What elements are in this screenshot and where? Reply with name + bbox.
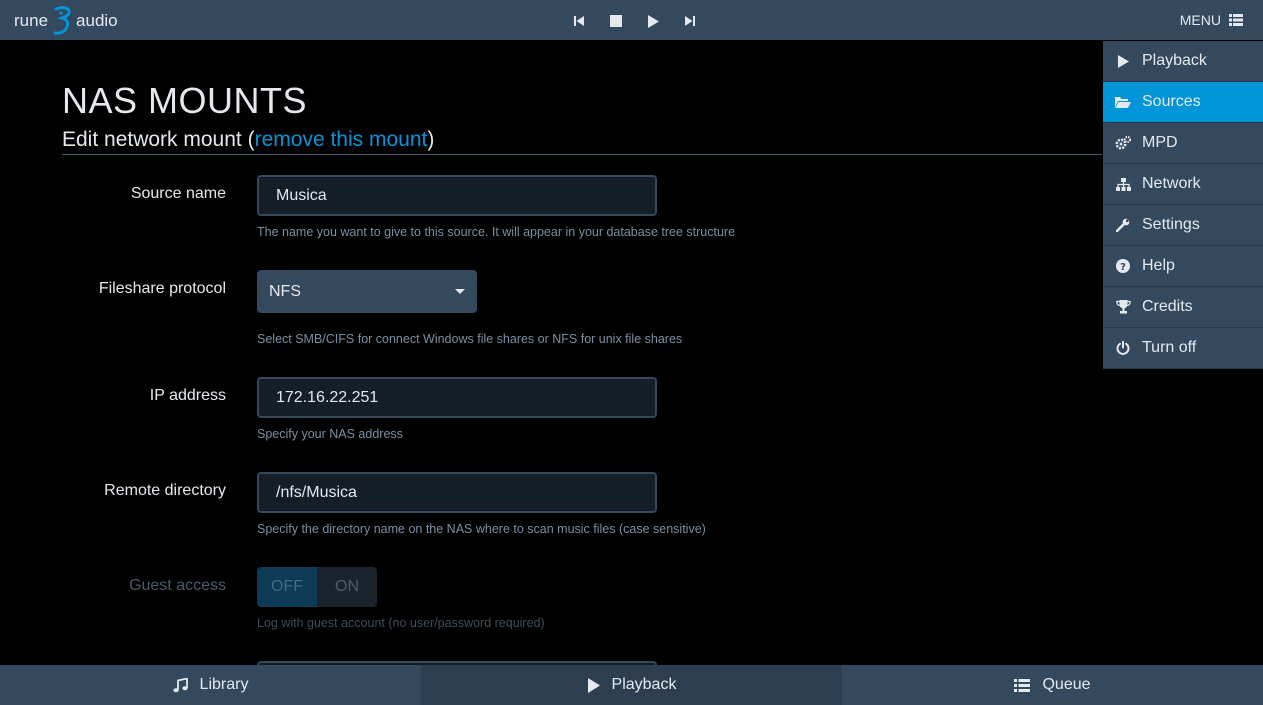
music-icon — [172, 677, 188, 692]
menu-item-sources[interactable]: Sources — [1103, 82, 1263, 123]
menu-item-label: Credits — [1142, 298, 1193, 315]
tab-queue[interactable]: Queue — [842, 665, 1263, 705]
source-name-input[interactable]: Musica — [257, 175, 657, 216]
caret-down-icon — [455, 289, 465, 294]
section-title-prefix: Edit network mount ( — [62, 128, 255, 151]
menu-item-network[interactable]: Network — [1103, 164, 1263, 205]
page-title: NAS MOUNTS — [62, 80, 308, 121]
rune-logo-icon — [53, 6, 71, 35]
protocol-help: Select SMB/CIFS for connect Windows file… — [257, 332, 683, 346]
menu-item-playback[interactable]: Playback — [1103, 41, 1263, 82]
menu-item-label: Network — [1142, 175, 1201, 192]
guest-access-off[interactable]: OFF — [257, 567, 317, 607]
guest-access-help: Log with guest account (no user/password… — [257, 616, 545, 630]
tab-label: Queue — [1042, 676, 1091, 693]
ip-address-help: Specify your NAS address — [257, 427, 403, 441]
question-circle-icon: ? — [1116, 259, 1130, 273]
remove-mount-link[interactable]: remove this mount — [255, 128, 428, 151]
power-icon — [1116, 341, 1130, 355]
previous-icon — [573, 16, 584, 26]
menu-item-settings[interactable]: Settings — [1103, 205, 1263, 246]
guest-access-on[interactable]: ON — [317, 567, 377, 607]
list-icon — [1014, 678, 1031, 692]
menu-item-label: Turn off — [1142, 339, 1197, 356]
transport-controls — [560, 10, 708, 32]
th-list-icon — [1229, 14, 1243, 26]
previous-button[interactable] — [560, 10, 597, 32]
menu-item-turn-off[interactable]: Turn off — [1103, 328, 1263, 369]
cogs-icon — [1115, 136, 1131, 150]
remote-directory-label: Remote directory — [104, 482, 226, 499]
source-name-help: The name you want to give to this source… — [257, 225, 736, 239]
menu-button[interactable]: MENU — [1180, 0, 1243, 40]
play-icon — [587, 677, 600, 693]
protocol-label: Fileshare protocol — [98, 280, 226, 297]
play-icon — [1118, 54, 1129, 68]
svg-text:?: ? — [1120, 262, 1126, 273]
stop-icon — [609, 15, 622, 27]
guest-access-toggle[interactable]: OFF ON — [257, 567, 377, 607]
bottom-bar: Library Playback Queue — [0, 665, 1263, 705]
tab-playback[interactable]: Playback — [421, 665, 842, 705]
top-bar: rune audio MENU — [0, 0, 1263, 40]
section-title: Edit network mount (remove this mount) — [62, 128, 1102, 155]
protocol-select[interactable]: NFS — [257, 270, 477, 313]
play-icon — [647, 14, 659, 28]
play-button[interactable] — [634, 10, 671, 32]
menu-item-help[interactable]: ? Help — [1103, 246, 1263, 287]
next-button[interactable] — [671, 10, 708, 32]
remote-directory-input[interactable]: /nfs/Musica — [257, 472, 657, 513]
menu-item-mpd[interactable]: MPD — [1103, 123, 1263, 164]
menu-item-label: MPD — [1142, 134, 1178, 151]
logo[interactable]: rune audio — [14, 6, 118, 36]
menu-item-label: Sources — [1142, 93, 1201, 110]
logo-text-rune: rune — [14, 11, 49, 30]
menu-item-label: Help — [1142, 257, 1175, 274]
trophy-icon — [1115, 300, 1131, 314]
ip-address-label: IP address — [149, 387, 226, 404]
ip-address-input[interactable]: 172.16.22.251 — [257, 377, 657, 418]
tab-label: Playback — [611, 676, 677, 693]
next-icon — [684, 16, 695, 26]
sitemap-icon — [1115, 177, 1131, 191]
protocol-value: NFS — [269, 283, 301, 300]
section-title-suffix: ) — [427, 128, 435, 151]
tab-library[interactable]: Library — [0, 665, 421, 705]
menu-item-label: Playback — [1142, 52, 1207, 69]
wrench-icon — [1116, 218, 1130, 232]
stop-button[interactable] — [597, 10, 634, 32]
menu-item-credits[interactable]: Credits — [1103, 287, 1263, 328]
folder-open-icon — [1115, 96, 1131, 108]
tab-label: Library — [199, 676, 249, 693]
menu-item-label: Settings — [1142, 216, 1200, 233]
guest-access-label: Guest access — [129, 577, 226, 594]
source-name-label: Source name — [130, 185, 226, 202]
remote-directory-help: Specify the directory name on the NAS wh… — [257, 522, 706, 536]
menu-label: MENU — [1179, 12, 1221, 28]
logo-text-audio: audio — [76, 11, 118, 30]
main-menu-dropdown: Playback Sources MPD Network Settings ? … — [1103, 41, 1263, 369]
